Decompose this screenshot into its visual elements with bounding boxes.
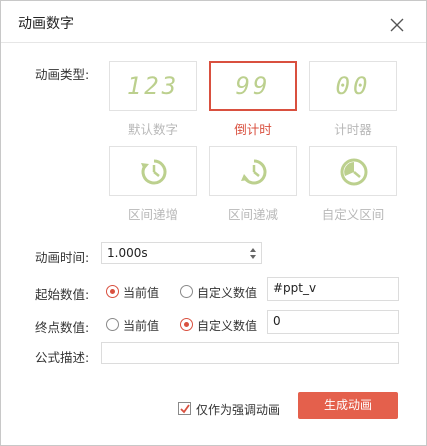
type-option-caption: 计时器 bbox=[334, 122, 372, 137]
clock-custom-icon bbox=[340, 158, 368, 186]
digits-display: 99 bbox=[235, 72, 271, 100]
clock-arrow-down-icon bbox=[241, 159, 267, 185]
type-option-range-decrease[interactable] bbox=[209, 146, 297, 196]
type-option-timer[interactable]: 00 bbox=[309, 61, 397, 111]
start-custom-radio[interactable] bbox=[180, 285, 193, 298]
animated-number-dialog: 动画数字 动画类型: 123 默认数字 99 倒计时 00 计时器 区间递增 区… bbox=[0, 0, 427, 446]
type-option-default-number[interactable]: 123 bbox=[109, 61, 197, 111]
digits-display: 00 bbox=[335, 72, 371, 100]
clock-arrow-up-icon bbox=[141, 159, 167, 185]
type-option-caption: 区间递减 bbox=[227, 207, 278, 222]
emphasis-checkbox-label: 仅作为强调动画 bbox=[196, 403, 281, 417]
emphasis-checkbox[interactable] bbox=[178, 402, 191, 415]
type-option-caption: 区间递增 bbox=[127, 207, 178, 222]
spin-up-icon[interactable] bbox=[250, 248, 256, 252]
type-option-custom-range[interactable] bbox=[309, 146, 397, 196]
start-custom-input[interactable]: #ppt_v bbox=[267, 277, 399, 301]
type-option-range-increase[interactable] bbox=[109, 146, 197, 196]
animation-type-label: 动画类型: bbox=[35, 67, 90, 82]
duration-label: 动画时间: bbox=[35, 250, 90, 265]
close-icon[interactable] bbox=[387, 15, 407, 35]
end-custom-label: 自定义数值 bbox=[197, 319, 258, 333]
start-current-radio[interactable] bbox=[106, 285, 119, 298]
start-value-label: 起始数值: bbox=[35, 287, 90, 302]
digits-display: 123 bbox=[126, 72, 180, 100]
end-value-label: 终点数值: bbox=[35, 320, 90, 335]
type-option-caption: 倒计时 bbox=[234, 122, 272, 137]
type-option-countdown[interactable]: 99 bbox=[209, 61, 297, 111]
spin-down-icon[interactable] bbox=[250, 255, 256, 259]
type-option-caption: 默认数字 bbox=[127, 122, 178, 137]
formula-label: 公式描述: bbox=[35, 350, 90, 365]
duration-stepper[interactable] bbox=[246, 242, 262, 264]
dialog-title: 动画数字 bbox=[18, 16, 74, 32]
start-custom-label: 自定义数值 bbox=[197, 286, 258, 300]
duration-input[interactable]: 1.000s bbox=[101, 242, 262, 264]
end-custom-input[interactable]: 0 bbox=[267, 310, 399, 334]
end-current-radio[interactable] bbox=[106, 318, 119, 331]
generate-animation-button[interactable]: 生成动画 bbox=[298, 392, 398, 419]
checkmark-icon bbox=[180, 404, 190, 414]
end-current-label: 当前值 bbox=[123, 319, 160, 333]
title-bar: 动画数字 bbox=[1, 1, 426, 43]
end-custom-radio[interactable] bbox=[180, 318, 193, 331]
start-current-label: 当前值 bbox=[123, 286, 160, 300]
type-option-caption: 自定义区间 bbox=[321, 207, 385, 222]
formula-input[interactable] bbox=[101, 342, 399, 364]
